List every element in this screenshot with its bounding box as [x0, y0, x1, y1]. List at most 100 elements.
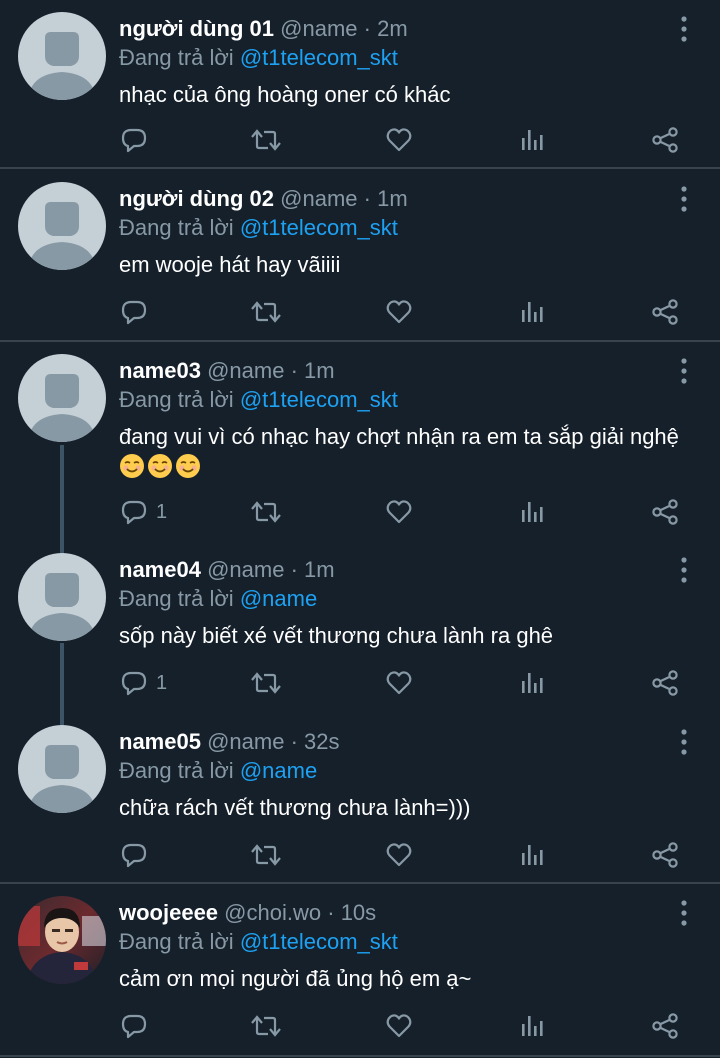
tweet-text: sốp này biết xé vết thương chưa lành ra …	[119, 621, 689, 651]
stats-button[interactable]	[519, 835, 545, 875]
reply-feed: người dùng 01 @name · 2m Đang trả lời @t1…	[0, 0, 720, 1058]
username-handle[interactable]: @name	[207, 557, 284, 582]
timestamp[interactable]: 32s	[304, 729, 339, 754]
reply-icon	[121, 1014, 147, 1039]
replying-to-label: Đang trả lời	[119, 215, 234, 240]
replying-to-mention[interactable]: @t1telecom_skt	[240, 45, 398, 70]
retweet-button[interactable]	[250, 835, 282, 875]
tweet-header: người dùng 02 @name · 1m	[119, 184, 408, 214]
stats-button[interactable]	[519, 292, 545, 332]
reply-button[interactable]: 1	[120, 492, 167, 532]
tweet-text: cảm ơn mọi người đã ủng hộ em ạ~	[119, 964, 689, 994]
stats-button[interactable]	[519, 492, 545, 532]
like-button[interactable]	[385, 292, 413, 332]
like-button[interactable]	[385, 120, 413, 160]
reply-button[interactable]	[120, 1006, 148, 1046]
avatar[interactable]	[18, 354, 106, 442]
more-options-button[interactable]	[672, 555, 696, 585]
display-name[interactable]: woojeeee	[119, 900, 218, 925]
separator-dot: ·	[327, 900, 335, 925]
reply-button[interactable]	[120, 835, 148, 875]
default-avatar-icon	[18, 12, 106, 100]
default-avatar-icon	[18, 725, 106, 813]
stats-button[interactable]	[519, 1006, 545, 1046]
retweet-button[interactable]	[250, 292, 282, 332]
username-handle[interactable]: @name	[280, 16, 357, 41]
timestamp[interactable]: 2m	[377, 16, 408, 41]
username-handle[interactable]: @name	[280, 186, 357, 211]
reply-button[interactable]	[120, 292, 148, 332]
more-options-icon	[681, 186, 687, 212]
stats-icon	[522, 673, 543, 693]
replying-to: Đang trả lời @name	[119, 584, 317, 614]
stats-icon	[522, 845, 543, 865]
replying-to-label: Đang trả lời	[119, 586, 234, 611]
default-avatar-icon	[18, 182, 106, 270]
replying-to-mention[interactable]: @t1telecom_skt	[240, 387, 398, 412]
tweet-text-content: đang vui vì có nhạc hay chợt nhận ra em …	[119, 424, 679, 449]
username-handle[interactable]: @choi.wo	[224, 900, 321, 925]
replying-to-mention[interactable]: @name	[240, 586, 317, 611]
tweet-text-content: nhạc của ông hoàng oner có khác	[119, 82, 451, 107]
reply-count: 1	[156, 500, 168, 523]
share-button[interactable]	[651, 835, 679, 875]
like-icon	[386, 1014, 412, 1038]
avatar[interactable]	[18, 182, 106, 270]
avatar[interactable]	[18, 553, 106, 641]
share-button[interactable]	[651, 120, 679, 160]
timestamp[interactable]: 1m	[304, 358, 335, 383]
avatar[interactable]	[18, 12, 106, 100]
tweet-header: người dùng 01 @name · 2m	[119, 14, 408, 44]
share-icon	[652, 499, 678, 525]
more-options-button[interactable]	[672, 14, 696, 44]
like-button[interactable]	[385, 492, 413, 532]
timestamp[interactable]: 10s	[341, 900, 376, 925]
reply-button[interactable]: 1	[120, 663, 167, 703]
username-handle[interactable]: @name	[207, 358, 284, 383]
more-options-icon	[681, 900, 687, 926]
more-options-button[interactable]	[672, 184, 696, 214]
tweet: name04 @name · 1m Đang trả lời @name sốp n…	[0, 541, 720, 707]
timestamp[interactable]: 1m	[377, 186, 408, 211]
display-name[interactable]: người dùng 02	[119, 186, 274, 211]
share-button[interactable]	[651, 292, 679, 332]
avatar[interactable]	[18, 725, 106, 813]
replying-to-label: Đang trả lời	[119, 387, 234, 412]
like-button[interactable]	[385, 1006, 413, 1046]
share-button[interactable]	[651, 492, 679, 532]
avatar[interactable]	[18, 896, 106, 984]
retweet-icon	[251, 129, 281, 151]
share-icon	[652, 299, 678, 325]
display-name[interactable]: name05	[119, 729, 201, 754]
replying-to: Đang trả lời @t1telecom_skt	[119, 927, 398, 957]
replying-to-mention[interactable]: @t1telecom_skt	[240, 215, 398, 240]
retweet-button[interactable]	[250, 120, 282, 160]
timestamp[interactable]: 1m	[304, 557, 335, 582]
replying-to-mention[interactable]: @t1telecom_skt	[240, 929, 398, 954]
more-options-button[interactable]	[672, 898, 696, 928]
reply-button[interactable]	[120, 120, 148, 160]
display-name[interactable]: name04	[119, 557, 201, 582]
retweet-button[interactable]	[250, 492, 282, 532]
display-name[interactable]: người dùng 01	[119, 16, 274, 41]
replying-to-mention[interactable]: @name	[240, 758, 317, 783]
more-options-icon	[681, 358, 687, 384]
stats-button[interactable]	[519, 663, 545, 703]
tweet: name03 @name · 1m Đang trả lời @t1telecom…	[0, 342, 720, 536]
like-button[interactable]	[385, 835, 413, 875]
share-button[interactable]	[651, 1006, 679, 1046]
username-handle[interactable]: @name	[207, 729, 284, 754]
retweet-button[interactable]	[250, 663, 282, 703]
tweet-header: name04 @name · 1m	[119, 555, 335, 585]
like-button[interactable]	[385, 663, 413, 703]
share-button[interactable]	[651, 663, 679, 703]
more-options-button[interactable]	[672, 356, 696, 386]
retweet-button[interactable]	[250, 1006, 282, 1046]
display-name[interactable]: name03	[119, 358, 201, 383]
tweet-actions	[0, 1006, 720, 1046]
replying-to-label: Đang trả lời	[119, 758, 234, 783]
stats-button[interactable]	[519, 120, 545, 160]
retweet-icon	[251, 672, 281, 694]
more-options-icon	[681, 16, 687, 42]
more-options-button[interactable]	[672, 727, 696, 757]
